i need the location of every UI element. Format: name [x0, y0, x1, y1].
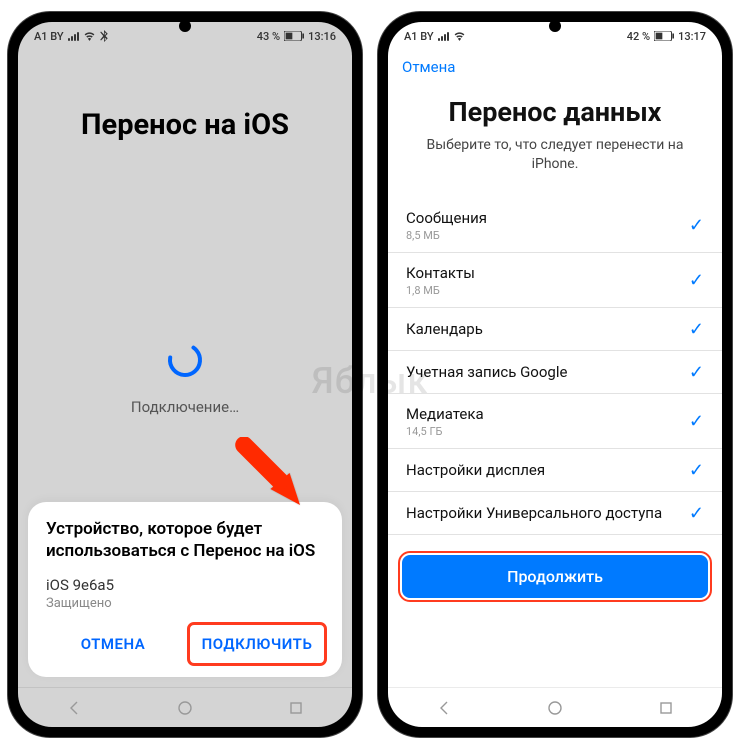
phone-right: A1 BY 42 % 13:17 Отмена Перенос данных В… [378, 12, 732, 737]
check-icon: ✓ [689, 411, 704, 432]
item-label: Настройки Универсального доступа [406, 504, 662, 522]
screen-left: A1 BY 43 % 13:16 Перенос на iOS Подключе… [18, 22, 352, 727]
nav-bar [388, 687, 722, 727]
battery-pct: 43 % [257, 30, 280, 43]
phone-left: A1 BY 43 % 13:16 Перенос на iOS Подключе… [8, 12, 362, 737]
battery-icon [284, 31, 304, 41]
connect-button[interactable]: ПОДКЛЮЧИТЬ [190, 625, 324, 663]
check-icon: ✓ [689, 215, 704, 236]
nav-bar [18, 687, 352, 727]
device-secure-label: Защищено [46, 596, 324, 611]
spinner-icon [165, 340, 205, 380]
connect-sheet: Устройство, которое будет использоваться… [28, 502, 342, 677]
list-item[interactable]: Учетная запись Google ✓ [388, 351, 722, 394]
bluetooth-icon [100, 30, 108, 42]
item-size: 8,5 МБ [406, 229, 487, 242]
check-icon: ✓ [689, 270, 704, 291]
list-item[interactable]: Настройки дисплея ✓ [388, 449, 722, 492]
list-item[interactable]: Сообщения 8,5 МБ ✓ [388, 198, 722, 253]
camera-notch [179, 20, 191, 32]
camera-notch [549, 20, 561, 32]
item-label: Настройки дисплея [406, 461, 545, 479]
battery-pct: 42 % [627, 30, 650, 43]
item-size: 1,8 МБ [406, 284, 475, 297]
wifi-icon [453, 31, 466, 41]
check-icon: ✓ [689, 460, 704, 481]
page-title: Перенос данных [388, 96, 722, 128]
check-icon: ✓ [689, 319, 704, 340]
check-icon: ✓ [689, 362, 704, 383]
list-item[interactable]: Медиатека 14,5 ГБ ✓ [388, 394, 722, 449]
cancel-button[interactable]: ОТМЕНА [46, 625, 180, 663]
clock: 13:17 [678, 30, 706, 43]
signal-icon [68, 32, 79, 41]
item-size: 14,5 ГБ [406, 425, 484, 438]
annotation-arrow [232, 437, 312, 517]
battery-icon [654, 31, 674, 41]
check-icon: ✓ [689, 503, 704, 524]
nav-back-icon[interactable] [436, 700, 452, 716]
signal-icon [438, 32, 449, 41]
carrier-label: A1 BY [404, 30, 434, 43]
nav-home-icon[interactable] [177, 700, 193, 716]
connecting-label: Подключение… [18, 398, 352, 416]
nav-recent-icon[interactable] [658, 700, 674, 716]
transfer-list: Сообщения8,5 МБ✓Контакты1,8 МБ✓Календарь… [388, 198, 722, 535]
item-label: Медиатека [406, 405, 484, 423]
clock: 13:16 [308, 30, 336, 43]
nav-back-icon[interactable] [66, 700, 82, 716]
page-subtitle: Выберите то, что следует перенести на iP… [418, 136, 692, 174]
sheet-title: Устройство, которое будет использоваться… [46, 518, 324, 562]
list-item[interactable]: Контакты 1,8 МБ ✓ [388, 253, 722, 308]
list-item[interactable]: Календарь ✓ [388, 308, 722, 351]
item-label: Сообщения [406, 209, 487, 227]
screen-right: A1 BY 42 % 13:17 Отмена Перенос данных В… [388, 22, 722, 727]
nav-recent-icon[interactable] [288, 700, 304, 716]
item-label: Учетная запись Google [406, 363, 567, 381]
item-label: Контакты [406, 264, 475, 282]
continue-button[interactable]: Продолжить [402, 555, 708, 598]
item-label: Календарь [406, 320, 483, 338]
page-title: Перенос на iOS [18, 108, 352, 142]
nav-home-icon[interactable] [547, 700, 563, 716]
cancel-link[interactable]: Отмена [402, 58, 455, 76]
list-item[interactable]: Настройки Универсального доступа ✓ [388, 492, 722, 535]
carrier-label: A1 BY [34, 30, 64, 43]
device-name: iOS 9e6a5 [46, 576, 324, 594]
wifi-icon [83, 31, 96, 41]
